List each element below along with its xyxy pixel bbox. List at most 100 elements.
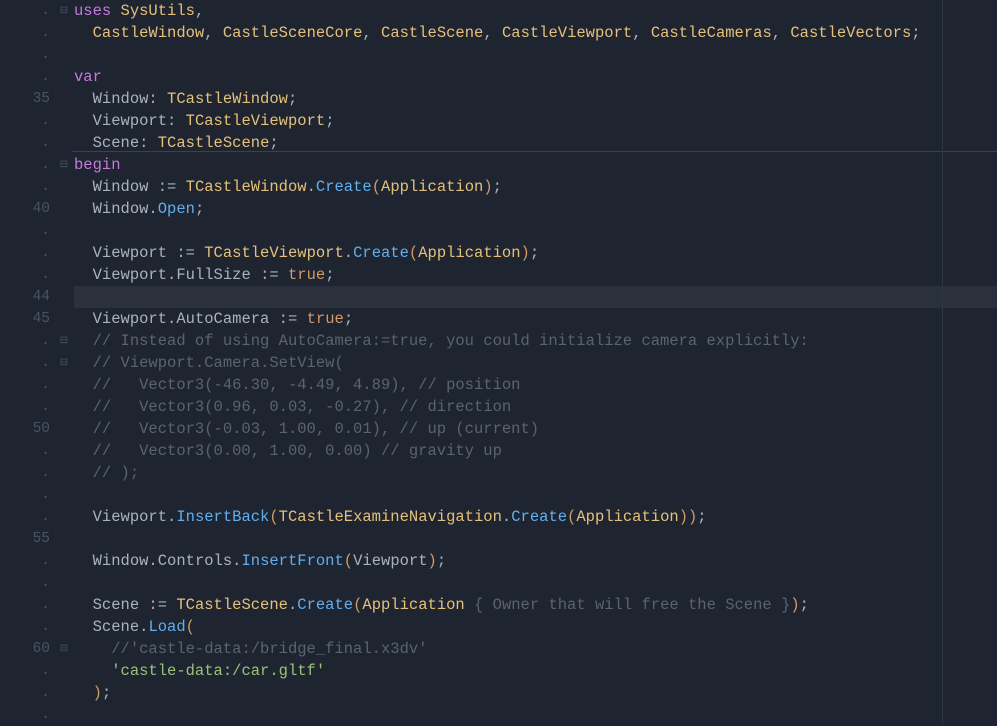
fold-cell[interactable] (56, 308, 72, 330)
gutter-line[interactable]: . (0, 0, 54, 22)
gutter-line[interactable]: 50 (0, 418, 54, 440)
gutter-line[interactable]: . (0, 66, 54, 88)
gutter-line[interactable]: 40 (0, 198, 54, 220)
code-line[interactable]: // Vector3(0.96, 0.03, -0.27), // direct… (74, 396, 997, 418)
code-line[interactable]: Viewport.AutoCamera := true; (74, 308, 997, 330)
code-line[interactable]: Scene.Load( (74, 616, 997, 638)
code-line[interactable]: //'castle-data:/bridge_final.x3dv' (74, 638, 997, 660)
code-line[interactable]: Viewport: TCastleViewport; (74, 110, 997, 132)
gutter-line[interactable]: . (0, 594, 54, 616)
fold-cell[interactable] (56, 594, 72, 616)
gutter-line[interactable]: 55 (0, 528, 54, 550)
code-line[interactable] (74, 528, 997, 550)
fold-cell[interactable] (56, 88, 72, 110)
fold-cell[interactable] (56, 44, 72, 66)
gutter-line[interactable]: . (0, 616, 54, 638)
gutter-line[interactable]: . (0, 506, 54, 528)
code-line[interactable] (74, 572, 997, 594)
gutter-line[interactable]: . (0, 440, 54, 462)
fold-cell[interactable] (56, 550, 72, 572)
code-line[interactable]: // Vector3(-46.30, -4.49, 4.89), // posi… (74, 374, 997, 396)
code-line[interactable] (74, 286, 997, 308)
gutter-line[interactable]: . (0, 682, 54, 704)
code-line[interactable]: Viewport.FullSize := true; (74, 264, 997, 286)
gutter-line[interactable]: . (0, 132, 54, 154)
gutter-line[interactable]: . (0, 462, 54, 484)
fold-cell[interactable] (56, 110, 72, 132)
gutter-line[interactable]: . (0, 550, 54, 572)
gutter-line[interactable]: . (0, 572, 54, 594)
code-line[interactable]: // ); (74, 462, 997, 484)
code-editor[interactable]: ....35....40...4445....50....55....60...… (0, 0, 997, 723)
code-line[interactable]: Window.Open; (74, 198, 997, 220)
fold-column[interactable] (56, 0, 72, 723)
fold-cell[interactable] (56, 484, 72, 506)
code-line[interactable]: // Viewport.Camera.SetView( (74, 352, 997, 374)
fold-collapse-icon[interactable] (60, 357, 68, 369)
fold-cell[interactable] (56, 418, 72, 440)
fold-cell[interactable] (56, 352, 72, 374)
gutter-line[interactable]: . (0, 396, 54, 418)
fold-cell[interactable] (56, 638, 72, 660)
fold-cell[interactable] (56, 22, 72, 44)
gutter-line[interactable]: . (0, 330, 54, 352)
fold-cell[interactable] (56, 264, 72, 286)
fold-cell[interactable] (56, 440, 72, 462)
gutter-line[interactable]: . (0, 176, 54, 198)
gutter-line[interactable]: . (0, 44, 54, 66)
code-line[interactable] (74, 220, 997, 242)
code-line[interactable]: Window: TCastleWindow; (74, 88, 997, 110)
code-line[interactable]: Window := TCastleWindow.Create(Applicati… (74, 176, 997, 198)
gutter-line[interactable]: . (0, 352, 54, 374)
fold-cell[interactable] (56, 198, 72, 220)
gutter-line[interactable]: . (0, 264, 54, 286)
fold-cell[interactable] (56, 220, 72, 242)
code-line[interactable]: Viewport.InsertBack(TCastleExamineNaviga… (74, 506, 997, 528)
fold-cell[interactable] (56, 506, 72, 528)
code-line[interactable]: 'castle-data:/car.gltf' (74, 660, 997, 682)
fold-cell[interactable] (56, 132, 72, 154)
code-line[interactable]: Window.Controls.InsertFront(Viewport); (74, 550, 997, 572)
gutter-line[interactable]: . (0, 660, 54, 682)
fold-cell[interactable] (56, 660, 72, 682)
fold-cell[interactable] (56, 0, 72, 22)
gutter-line[interactable]: . (0, 154, 54, 176)
code-line[interactable]: begin (74, 154, 997, 176)
fold-cell[interactable] (56, 572, 72, 594)
code-line[interactable]: // Instead of using AutoCamera:=true, yo… (74, 330, 997, 352)
code-line[interactable]: CastleWindow, CastleSceneCore, CastleSce… (74, 22, 997, 44)
code-line[interactable]: ); (74, 682, 997, 704)
gutter-line[interactable]: 45 (0, 308, 54, 330)
fold-cell[interactable] (56, 154, 72, 176)
fold-cell[interactable] (56, 176, 72, 198)
fold-cell[interactable] (56, 682, 72, 704)
code-line[interactable] (74, 484, 997, 506)
code-line[interactable]: Scene := TCastleScene.Create(Application… (74, 594, 997, 616)
fold-collapse-icon[interactable] (60, 335, 68, 347)
code-area[interactable]: uses SysUtils, CastleWindow, CastleScene… (72, 0, 997, 723)
fold-cell[interactable] (56, 374, 72, 396)
code-line[interactable]: var (74, 66, 997, 88)
fold-cell[interactable] (56, 528, 72, 550)
fold-cell[interactable] (56, 242, 72, 264)
gutter[interactable]: ....35....40...4445....50....55....60... (0, 0, 56, 723)
gutter-line[interactable]: . (0, 220, 54, 242)
gutter-line[interactable]: . (0, 242, 54, 264)
gutter-line[interactable]: 60 (0, 638, 54, 660)
fold-cell[interactable] (56, 330, 72, 352)
gutter-line[interactable]: . (0, 484, 54, 506)
fold-cell[interactable] (56, 286, 72, 308)
fold-cell[interactable] (56, 462, 72, 484)
code-line[interactable]: // Vector3(0.00, 1.00, 0.00) // gravity … (74, 440, 997, 462)
gutter-line[interactable]: . (0, 374, 54, 396)
fold-collapse-icon[interactable] (60, 643, 68, 655)
gutter-line[interactable]: 35 (0, 88, 54, 110)
gutter-line[interactable]: 44 (0, 286, 54, 308)
fold-cell[interactable] (56, 66, 72, 88)
code-line[interactable]: uses SysUtils, (74, 0, 997, 22)
code-line[interactable]: // Vector3(-0.03, 1.00, 0.01), // up (cu… (74, 418, 997, 440)
gutter-line[interactable]: . (0, 110, 54, 132)
gutter-line[interactable]: . (0, 22, 54, 44)
code-line[interactable]: Scene: TCastleScene; (74, 132, 997, 154)
fold-collapse-icon[interactable] (60, 159, 68, 171)
